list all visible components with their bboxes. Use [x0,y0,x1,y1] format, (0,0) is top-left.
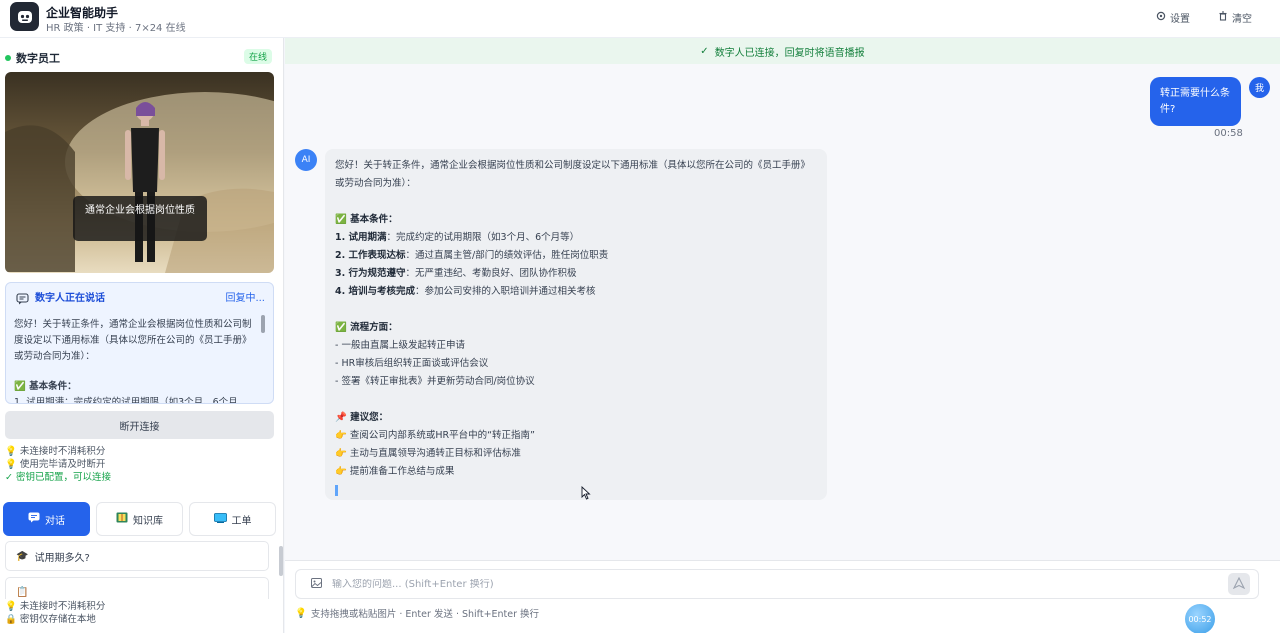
transcript-scrollbar[interactable] [261,315,265,333]
quick-question-item[interactable]: 🎓 试用期多久? [5,541,269,571]
user-message-bubble: 转正需要什么条件? [1150,77,1241,126]
sidebar-scrollbar[interactable] [279,546,283,576]
lightbulb-icon: 💡 [5,601,17,612]
app-header: 企业智能助手 HR 政策 · IT 支持 · 7×24 在线 设置 清空 [0,0,1280,38]
tab-label: 工单 [231,515,252,527]
connection-tips: 💡 未连接时不消耗积分 💡 使用完毕请及时断开 ✓ 密钥已配置，可以连接 [5,445,111,484]
gear-icon [1156,11,1166,24]
tab-ticket[interactable]: 工单 [189,502,276,536]
send-button[interactable] [1228,573,1250,595]
check-icon: ✓ [5,472,13,483]
sidebar: 数字员工 在线 通常企业会根据岗位性质 数字人正在说话 回复中... 您好！关于… [0,38,284,633]
speaking-status: 回复中... [225,293,265,304]
send-icon [1232,576,1246,592]
user-avatar: 我 [1249,77,1270,98]
tip-text: 未连接时不消耗积分 [19,601,106,612]
advice-heading: 📌 建议您： [335,412,389,423]
banner-text: 数字人已连接，回复时将语音播报 [714,47,865,59]
typing-cursor [335,485,338,496]
transcript-line: 1. 试用期满：完成约定的试用期限（如3个月、6个月 [14,397,238,404]
tab-label: 对话 [45,515,65,527]
digital-human-header: 数字员工 [5,50,60,66]
tip-item-ok: ✓ 密钥已配置，可以连接 [5,471,111,484]
image-icon[interactable] [311,577,322,591]
speaking-title: 数字人正在说话 [35,293,105,304]
quick-question-list: 🎓 试用期多久? 📋 [5,541,269,599]
connection-banner: ✓ 数字人已连接，回复时将语音播报 [285,38,1280,64]
tab-chat[interactable]: 对话 [3,502,90,536]
list-item: 4. 培训与考核完成：参加公司安排的入职培训并通过相关考核 [335,286,596,297]
digital-human-title: 数字员工 [16,52,60,65]
app-logo-icon [10,2,39,31]
clear-label: 清空 [1232,13,1252,25]
ai-intro-text: 您好！关于转正条件，通常企业会根据岗位性质和公司制度设定以下通用标准（具体以您所… [335,160,811,189]
quick-question-item[interactable]: 📋 [5,577,269,599]
tab-label: 知识库 [133,515,163,527]
video-scene-image [5,92,274,273]
tip-item: 💡 使用完毕请及时断开 [5,458,111,471]
list-item: - 签署《转正审批表》并更新劳动合同/岗位协议 [335,376,535,387]
message-timestamp: 00:58 [1214,128,1243,139]
digital-human-video: 通常企业会根据岗位性质 [5,72,274,273]
app-subtitle: HR 政策 · IT 支持 · 7×24 在线 [46,23,186,34]
tip-item: 🔒 密钥仅存储在本地 [5,613,105,626]
basic-conditions-heading: ✅ 基本条件： [335,214,398,225]
message-input[interactable] [332,578,1228,590]
trash-icon [1218,10,1228,24]
list-item: 👉 查阅公司内部系统或HR平台中的“转正指南” [335,430,535,441]
transcript-paragraph: 您好！关于转正条件，通常企业会根据岗位性质和公司制度设定以下通用标准（具体以您所… [14,319,252,362]
lock-icon: 🔒 [5,614,17,625]
ai-avatar: AI [295,149,317,171]
sidebar-tabs: 对话 知识库 工单 [3,502,276,536]
tip-text: 使用完毕请及时断开 [19,459,106,470]
composer: 💡 支持拖拽或粘贴图片 · Enter 发送 · Shift+Enter 换行 [285,560,1280,633]
tip-item: 💡 未连接时不消耗积分 [5,600,105,613]
book-icon [116,512,128,526]
list-item: 👉 主动与直属领导沟通转正目标和评估标准 [335,448,521,459]
clear-button[interactable]: 清空 [1218,9,1252,25]
video-caption: 通常企业会根据岗位性质 [73,196,207,241]
list-item: 👉 提前准备工作总结与成果 [335,466,455,477]
list-item: 1. 试用期满：完成约定的试用期限（如3个月、6个月等） [335,232,580,243]
tab-knowledge-base[interactable]: 知识库 [96,502,183,536]
input-hint-text: 支持拖拽或粘贴图片 · Enter 发送 · Shift+Enter 换行 [310,609,540,620]
list-item: 2. 工作表现达标：通过直属主管/部门的绩效评估，胜任岗位职责 [335,250,609,261]
graduation-cap-icon: 🎓 [16,550,29,562]
online-dot-icon [5,55,11,61]
status-badge: 在线 [244,49,273,64]
tip-text: 未连接时不消耗积分 [19,446,106,457]
check-icon: ✓ [700,45,709,57]
settings-label: 设置 [1170,13,1190,25]
footer-tips: 💡 未连接时不消耗积分 🔒 密钥仅存储在本地 [5,600,105,626]
lightbulb-icon: 💡 [295,607,307,619]
list-item: 3. 行为规范遵守：无严重违纪、考勤良好、团队协作积极 [335,268,577,279]
speaking-transcript[interactable]: 您好！关于转正条件，通常企业会根据岗位性质和公司制度设定以下通用标准（具体以您所… [14,317,260,404]
transcript-heading: ✅ 基本条件： [14,381,77,392]
message-input-box [295,569,1259,599]
process-heading: ✅ 流程方面： [335,322,398,333]
ticket-icon [213,512,227,526]
lightbulb-icon: 💡 [5,446,17,457]
speech-bubble-icon [16,293,29,308]
list-item: - HR审核后组织转正面谈或评估会议 [335,358,489,369]
list-item: - 一般由直属上级发起转正申请 [335,340,465,351]
input-hint: 💡 支持拖拽或粘贴图片 · Enter 发送 · Shift+Enter 换行 [295,606,540,621]
tip-item: 💡 未连接时不消耗积分 [5,445,111,458]
call-timer[interactable]: 00:52 [1185,604,1215,633]
settings-button[interactable]: 设置 [1156,9,1190,25]
tip-text: 密钥已配置，可以连接 [15,472,111,483]
tip-text: 密钥仅存储在本地 [19,614,96,625]
chat-panel: ✓ 数字人已连接，回复时将语音播报 转正需要什么条件? 我 00:58 AI 您… [285,38,1280,633]
quick-question-label: 试用期多久? [34,552,90,564]
ai-message-bubble: 您好！关于转正条件，通常企业会根据岗位性质和公司制度设定以下通用标准（具体以您所… [325,149,827,500]
disconnect-button[interactable]: 断开连接 [5,411,274,439]
document-icon: 📋 [16,586,29,598]
chat-icon [28,512,40,526]
mouse-pointer-icon [581,485,591,503]
speaking-panel: 数字人正在说话 回复中... 您好！关于转正条件，通常企业会根据岗位性质和公司制… [5,282,274,404]
lightbulb-icon: 💡 [5,459,17,470]
